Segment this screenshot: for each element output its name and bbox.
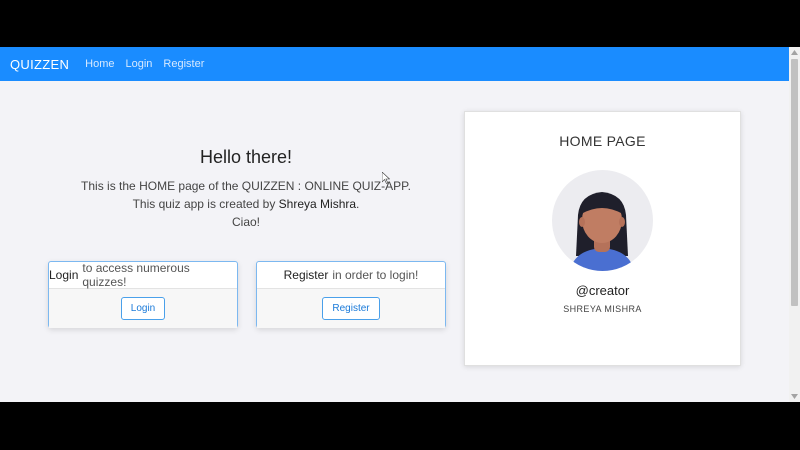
register-card-text: in order to login! — [332, 268, 419, 282]
hero-line-2-prefix: This quiz app is created by — [132, 197, 279, 211]
register-button[interactable]: Register — [322, 297, 380, 320]
browser-viewport: QUIZZEN Home Login Register Hello there!… — [0, 47, 800, 402]
hero-section: Hello there! This is the HOME page of th… — [60, 147, 432, 231]
login-card: Login to access numerous quizzes! Login — [48, 261, 238, 328]
creator-name: Shreya Mishra — [278, 197, 357, 211]
hero-line-2: This quiz app is created by Shreya Mishr… — [60, 195, 432, 213]
nav-link-home[interactable]: Home — [85, 58, 114, 70]
login-card-text: to access numerous quizzes! — [82, 261, 190, 289]
login-button[interactable]: Login — [120, 297, 166, 320]
profile-title: HOME PAGE — [559, 133, 646, 149]
login-card-bold: Login — [49, 268, 79, 282]
letterbox-bottom — [0, 402, 800, 450]
hero-title: Hello there! — [199, 147, 293, 167]
nav-link-login[interactable]: Login — [126, 58, 153, 70]
profile-name: SHREYA MISHRA — [563, 304, 642, 314]
profile-card: HOME PAGE @creator SHREYA MISHRA — [464, 111, 741, 366]
scroll-down-arrow-icon[interactable] — [789, 391, 800, 402]
hero-line-2-suffix: . — [356, 197, 360, 211]
hero-line-3: Ciao! — [231, 215, 260, 229]
hero-line-1: This is the HOME page of the QUIZZEN : O… — [81, 179, 411, 193]
register-card: Register in order to login! Register — [256, 261, 446, 328]
woman-avatar-icon — [552, 170, 653, 271]
login-card-body: Login — [49, 289, 237, 328]
vertical-scrollbar[interactable] — [789, 47, 800, 402]
profile-handle: @creator — [575, 283, 630, 298]
scrollbar-thumb[interactable] — [791, 59, 798, 306]
nav-link-register[interactable]: Register — [163, 58, 204, 70]
mouse-cursor-icon — [381, 171, 391, 189]
register-card-header: Register in order to login! — [257, 262, 445, 289]
letterbox-top — [0, 0, 800, 47]
scroll-up-arrow-icon[interactable] — [789, 47, 800, 58]
navbar: QUIZZEN Home Login Register — [0, 47, 789, 81]
login-card-header: Login to access numerous quizzes! — [49, 261, 237, 289]
register-card-bold: Register — [283, 268, 329, 282]
register-card-body: Register — [257, 289, 445, 328]
navbar-brand[interactable]: QUIZZEN — [10, 57, 69, 72]
